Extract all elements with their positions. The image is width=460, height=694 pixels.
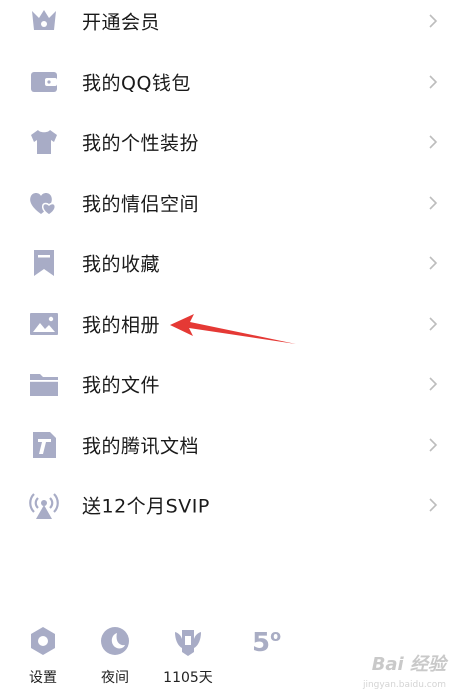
menu-item-label: 我的文件 <box>82 374 161 397</box>
menu-item-dressup[interactable]: 我的个性装扮 <box>0 112 460 173</box>
bottom-bar: 设置 夜间 1105天 5o Bai 经验 jingyan.baidu.com <box>0 624 460 694</box>
moon-icon <box>98 624 132 658</box>
menu-item-files[interactable]: 我的文件 <box>0 354 460 415</box>
menu-item-label: 开通会员 <box>82 11 161 34</box>
annotation-arrow <box>168 308 298 348</box>
chevron-right-icon <box>428 13 438 29</box>
menu-item-couple-space[interactable]: 我的情侣空间 <box>0 173 460 234</box>
settings-button[interactable]: 设置 <box>15 624 71 687</box>
menu-item-label: 我的收藏 <box>82 253 161 276</box>
photo-icon <box>27 307 61 341</box>
login-days-label: 1105天 <box>163 670 213 686</box>
bookmark-icon <box>27 246 61 280</box>
crown-icon <box>27 4 61 38</box>
night-label: 夜间 <box>101 670 129 686</box>
weather-temperature[interactable]: 5o <box>252 626 282 658</box>
menu-item-tencent-docs[interactable]: 我的腾讯文档 <box>0 415 460 476</box>
side-menu: 开通会员 我的QQ钱包 我的个性装扮 我的情侣空间 我的收藏 我的相册 我的文件… <box>0 0 460 536</box>
chevron-right-icon <box>428 437 438 453</box>
chevron-right-icon <box>428 497 438 513</box>
broadcast-icon <box>27 488 61 522</box>
chevron-right-icon <box>428 316 438 332</box>
tshirt-icon <box>27 125 61 159</box>
chevron-right-icon <box>428 195 438 211</box>
menu-item-label: 我的腾讯文档 <box>82 435 200 458</box>
gear-icon <box>26 624 60 658</box>
chevron-right-icon <box>428 255 438 271</box>
hearts-icon <box>27 186 61 220</box>
wallet-icon <box>27 65 61 99</box>
baidu-watermark-url: jingyan.baidu.com <box>362 680 446 690</box>
folder-icon <box>27 367 61 401</box>
menu-item-vip[interactable]: 开通会员 <box>0 0 460 52</box>
menu-item-favorites[interactable]: 我的收藏 <box>0 233 460 294</box>
degree-symbol: o <box>270 626 282 645</box>
document-icon <box>27 428 61 462</box>
chevron-right-icon <box>428 376 438 392</box>
login-days-button[interactable]: 1105天 <box>160 624 216 687</box>
menu-item-label: 我的情侣空间 <box>82 193 200 216</box>
menu-item-wallet[interactable]: 我的QQ钱包 <box>0 52 460 113</box>
night-mode-button[interactable]: 夜间 <box>87 624 143 687</box>
winged-badge-icon <box>171 624 205 658</box>
menu-item-label: 送12个月SVIP <box>82 495 210 518</box>
menu-item-label: 我的QQ钱包 <box>82 72 191 95</box>
menu-item-svip-gift[interactable]: 送12个月SVIP <box>0 475 460 536</box>
chevron-right-icon <box>428 74 438 90</box>
chevron-right-icon <box>428 134 438 150</box>
settings-label: 设置 <box>29 670 57 686</box>
menu-item-label: 我的个性装扮 <box>82 132 200 155</box>
baidu-watermark: Bai 经验 <box>371 654 446 675</box>
menu-item-label: 我的相册 <box>82 314 161 337</box>
